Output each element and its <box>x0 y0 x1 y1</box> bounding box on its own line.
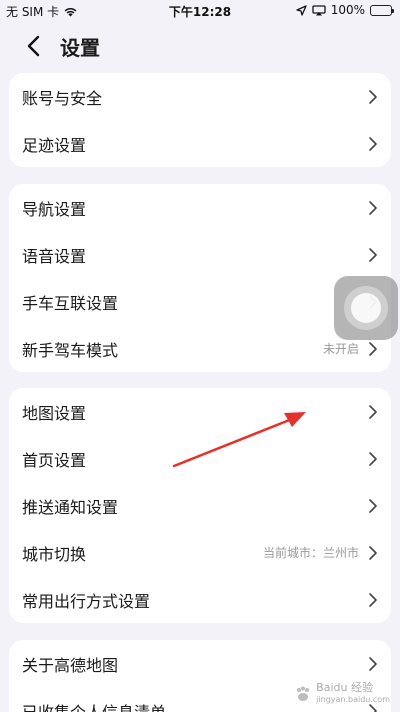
chevron-right-icon <box>369 656 377 671</box>
baidu-watermark: Baidu 经验 jingyan.baidu.com <box>294 682 390 706</box>
chevron-right-icon <box>369 592 377 607</box>
settings-group-map: 地图设置 首页设置 推送通知设置 城市切换 当前城市：兰州市 常用出行方式设置 <box>9 388 391 623</box>
settings-row-travel-mode[interactable]: 常用出行方式设置 <box>9 576 391 623</box>
row-label: 关于高德地图 <box>22 655 119 675</box>
assistive-touch-button[interactable] <box>334 276 398 340</box>
chevron-right-icon <box>369 89 377 104</box>
chevron-right-icon <box>369 200 377 215</box>
row-label: 已收集个人信息清单 <box>22 702 167 712</box>
watermark-sub: jingyan.baidu.com <box>316 695 390 704</box>
battery-icon <box>370 4 394 16</box>
settings-row-city[interactable]: 城市切换 当前城市：兰州市 <box>9 529 391 576</box>
assistive-touch-dot <box>351 293 381 323</box>
nav-header: 设置 <box>0 28 400 64</box>
settings-row-about[interactable]: 关于高德地图 <box>9 640 391 687</box>
row-label: 账号与安全 <box>22 88 103 108</box>
settings-group-navigation: 导航设置 语音设置 手车互联设置 新手驾车模式 未开启 <box>9 184 391 372</box>
chevron-left-icon <box>27 35 40 57</box>
watermark-text: Baidu 经验 <box>316 681 373 694</box>
row-value: 当前城市：兰州市 <box>262 546 359 560</box>
settings-screen: 无 SIM 卡 下午12:28 100% 设置 账号与安全 足迹设置 导航设置 … <box>0 0 400 712</box>
row-label: 足迹设置 <box>22 135 87 155</box>
row-label: 语音设置 <box>22 246 87 266</box>
chevron-right-icon <box>369 136 377 151</box>
row-label: 地图设置 <box>22 403 87 423</box>
status-right: 100% <box>296 3 394 17</box>
page-title: 设置 <box>60 36 100 60</box>
settings-row-home[interactable]: 首页设置 <box>9 435 391 482</box>
settings-group-account: 账号与安全 足迹设置 <box>9 73 391 167</box>
chevron-right-icon <box>369 404 377 419</box>
settings-row-navigation[interactable]: 导航设置 <box>9 184 391 231</box>
settings-row-account-security[interactable]: 账号与安全 <box>9 73 391 120</box>
settings-row-push[interactable]: 推送通知设置 <box>9 482 391 529</box>
paw-logo-icon <box>297 686 310 701</box>
row-label: 首页设置 <box>22 450 87 470</box>
back-button[interactable] <box>18 30 48 62</box>
location-icon <box>296 4 307 16</box>
row-value: 未开启 <box>322 342 359 356</box>
settings-row-voice[interactable]: 语音设置 <box>9 231 391 278</box>
chevron-right-icon <box>369 451 377 466</box>
settings-row-novice-mode[interactable]: 新手驾车模式 未开启 <box>9 325 391 372</box>
row-label: 手车互联设置 <box>22 293 119 313</box>
row-label: 常用出行方式设置 <box>22 591 151 611</box>
chevron-right-icon <box>369 247 377 262</box>
battery-percent: 100% <box>330 3 365 17</box>
settings-row-footprint[interactable]: 足迹设置 <box>9 120 391 167</box>
row-label: 城市切换 <box>22 544 87 564</box>
status-bar: 无 SIM 卡 下午12:28 100% <box>0 0 400 22</box>
settings-row-map[interactable]: 地图设置 <box>9 388 391 435</box>
row-label: 推送通知设置 <box>22 497 119 517</box>
assistive-touch-ring <box>344 286 388 330</box>
screen-mirror-icon <box>312 4 326 15</box>
chevron-right-icon <box>369 341 377 356</box>
chevron-right-icon <box>369 545 377 560</box>
row-label: 新手驾车模式 <box>22 340 119 360</box>
chevron-right-icon <box>369 498 377 513</box>
row-label: 导航设置 <box>22 199 87 219</box>
